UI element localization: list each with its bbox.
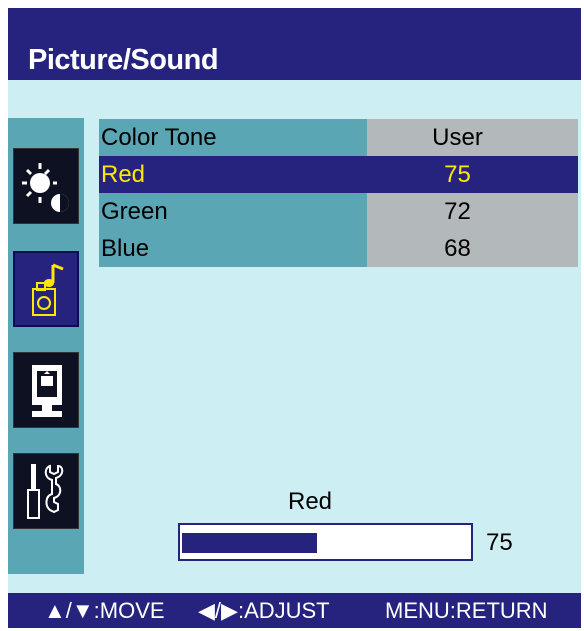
- menu-row-label: Blue: [99, 230, 367, 267]
- menu-row-value: 72: [367, 193, 578, 230]
- screwdriver-wrench-icon: [27, 464, 64, 519]
- title-bar: Picture/Sound: [8, 8, 581, 80]
- music-note-speaker-icon: [32, 263, 64, 316]
- osd-panel: Picture/Sound Color Tone User Red 75 Gre…: [8, 8, 581, 628]
- hint-move: ▲/▼:MOVE: [44, 598, 165, 623]
- menu-row-red[interactable]: Red 75: [99, 156, 578, 193]
- settings-menu: Color Tone User Red 75 Green 72 Blue 68: [99, 119, 578, 267]
- hint-return: MENU:RETURN: [385, 598, 548, 623]
- level-slider-fill: [182, 533, 317, 553]
- menu-row-label: Green: [99, 193, 367, 230]
- sidebar-item-picture[interactable]: [13, 148, 79, 224]
- menu-row-label: Color Tone: [99, 119, 367, 156]
- level-value: 75: [486, 529, 513, 556]
- menu-row-green[interactable]: Green 72: [99, 193, 578, 230]
- adjust-label: Red: [288, 488, 333, 515]
- page-title: Picture/Sound: [28, 44, 219, 76]
- monitor-screen-icon: [32, 365, 62, 417]
- sidebar-item-sound[interactable]: [13, 251, 79, 327]
- menu-row-color-tone[interactable]: Color Tone User: [99, 119, 578, 156]
- menu-row-value: User: [367, 119, 578, 156]
- sidebar-item-setup[interactable]: [13, 453, 79, 529]
- menu-row-value: 75: [367, 156, 578, 193]
- brightness-contrast-icon: [22, 163, 69, 212]
- menu-row-value: 68: [367, 230, 578, 267]
- level-slider[interactable]: [178, 523, 473, 561]
- sidebar: [8, 118, 84, 574]
- hint-adjust: ◀/▶:ADJUST: [198, 598, 330, 623]
- sidebar-item-screen[interactable]: [13, 352, 79, 428]
- key-hints: ▲/▼:MOVE ◀/▶:ADJUST MENU:RETURN: [8, 593, 581, 628]
- menu-row-blue[interactable]: Blue 68: [99, 230, 578, 267]
- menu-row-label: Red: [99, 156, 367, 193]
